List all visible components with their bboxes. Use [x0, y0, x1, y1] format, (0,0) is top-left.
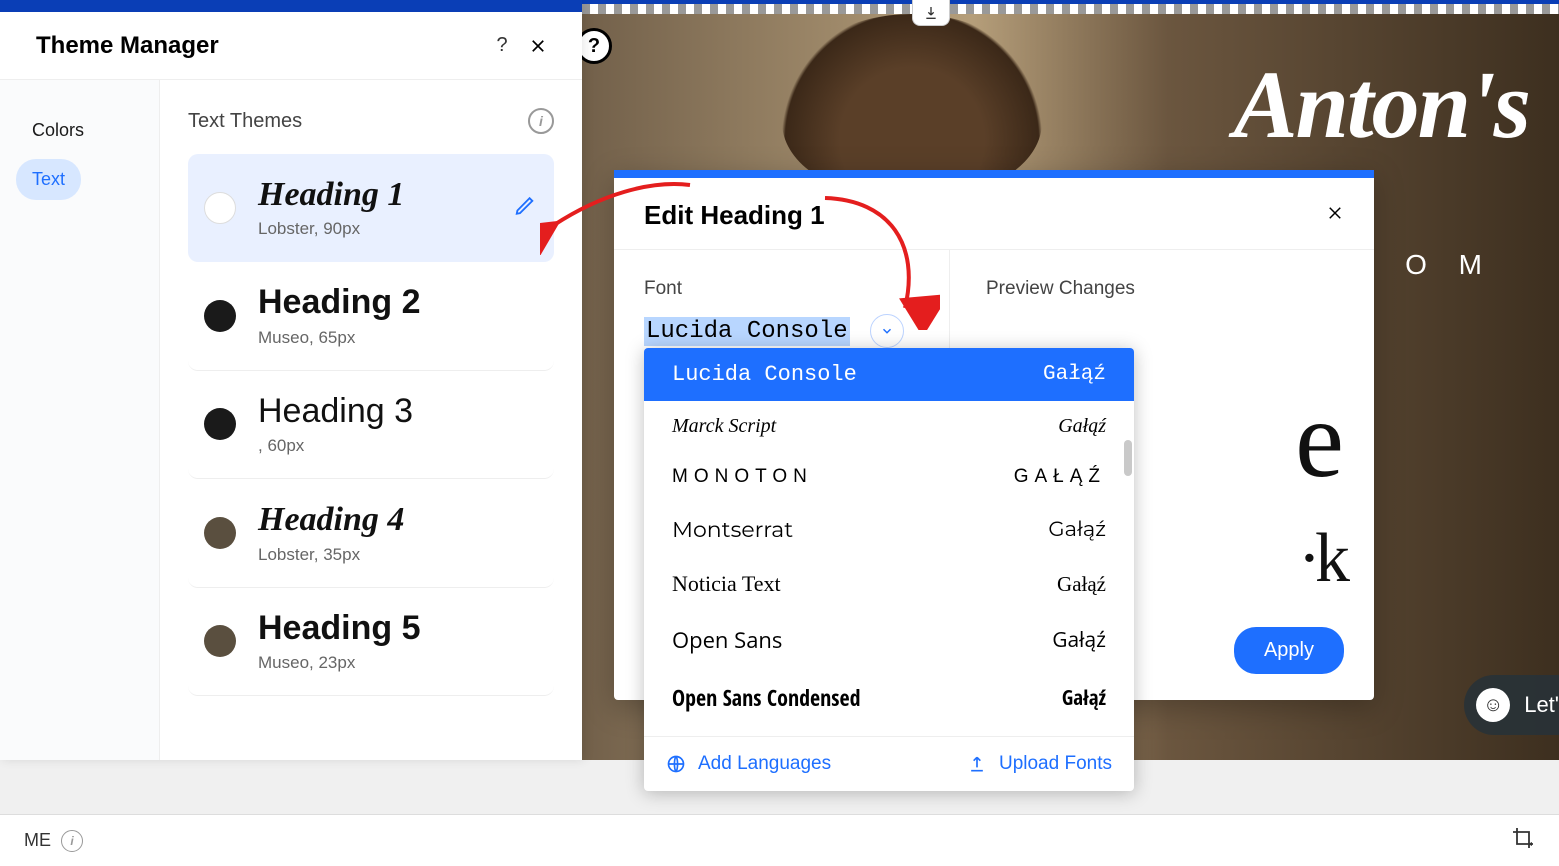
- theme-name: Heading 3: [258, 393, 538, 430]
- theme-name: Heading 5: [258, 610, 538, 647]
- font-option-sample: Gałąź: [1062, 684, 1106, 712]
- theme-meta: , 60px: [258, 436, 538, 456]
- font-field-label: Font: [644, 278, 919, 300]
- smile-icon: ☺: [1476, 688, 1510, 722]
- close-modal-button[interactable]: [1326, 204, 1344, 227]
- download-button[interactable]: [912, 0, 950, 26]
- theme-manager-title: Theme Manager: [36, 32, 484, 60]
- theme-name: Heading 2: [258, 284, 538, 321]
- font-option-open-sans[interactable]: Open Sans Gałąź: [644, 611, 1134, 669]
- theme-manager-header: Theme Manager ?: [0, 12, 582, 80]
- swatch-heading-4: [204, 517, 236, 549]
- font-option-montserrat[interactable]: Montserrat Gałąź: [644, 502, 1134, 557]
- theme-row-heading-1[interactable]: Heading 1 Lobster, 90px: [188, 154, 554, 262]
- theme-meta: Lobster, 35px: [258, 545, 538, 565]
- theme-row-heading-3[interactable]: Heading 3 , 60px: [188, 371, 554, 479]
- font-option-sample: Gałąź: [1043, 363, 1106, 386]
- theme-name: Heading 4: [258, 501, 538, 538]
- font-option-name: Open Sans: [672, 625, 782, 655]
- font-dropdown: Lucida Console Gałąź Marck Script Gałąź …: [644, 348, 1134, 791]
- text-themes-title: Text Themes: [188, 110, 528, 133]
- canvas-ruler: [582, 4, 1559, 14]
- chevron-down-icon: [880, 324, 894, 338]
- swatch-heading-2: [204, 300, 236, 332]
- panel-accent-bar: [0, 0, 582, 12]
- font-option-name: Lucida Console: [672, 362, 857, 387]
- theme-meta: Museo, 65px: [258, 328, 538, 348]
- font-option-name: Marck Script: [672, 415, 776, 438]
- help-button[interactable]: ?: [484, 28, 520, 64]
- font-option-lucida-console[interactable]: Lucida Console Gałąź: [644, 348, 1134, 401]
- lets-chat-label: Let': [1524, 692, 1559, 718]
- add-languages-button[interactable]: Add Languages: [644, 737, 889, 791]
- edit-theme-button[interactable]: [514, 194, 536, 221]
- font-option-name: Noticia Text: [672, 571, 781, 597]
- theme-row-heading-4[interactable]: Heading 4 Lobster, 35px: [188, 479, 554, 587]
- download-icon: [923, 5, 939, 21]
- nav-item-colors[interactable]: Colors: [16, 110, 100, 151]
- crop-icon: [1511, 826, 1535, 850]
- nav-item-text[interactable]: Text: [16, 159, 81, 200]
- modal-accent-bar: [614, 170, 1374, 178]
- hero-subtitle-fragment: O M: [1405, 249, 1494, 281]
- theme-meta: Museo, 23px: [258, 653, 538, 673]
- upload-icon: [967, 754, 987, 774]
- hero-title[interactable]: Anton's: [1233, 49, 1529, 160]
- font-option-sample: Gałąź: [1048, 517, 1106, 542]
- theme-row-heading-2[interactable]: Heading 2 Museo, 65px: [188, 262, 554, 370]
- theme-manager-panel: Theme Manager ? Colors Text Text Themes …: [0, 0, 582, 760]
- theme-meta: Lobster, 90px: [258, 219, 538, 239]
- close-icon: [529, 37, 547, 55]
- bottom-bar: ME i: [0, 814, 1559, 866]
- lets-chat-bubble[interactable]: ☺ Let': [1464, 675, 1559, 735]
- font-option-oswald-extra-light[interactable]: Oswald Extra Light Gałąź: [644, 727, 1134, 736]
- font-option-monoton[interactable]: Monoton Gałąź: [644, 452, 1134, 502]
- font-dropdown-toggle[interactable]: [870, 314, 904, 348]
- theme-row-heading-5[interactable]: Heading 5 Museo, 23px: [188, 588, 554, 696]
- font-option-name: Montserrat: [672, 516, 793, 543]
- add-languages-label: Add Languages: [698, 753, 831, 775]
- edit-heading-title: Edit Heading 1: [644, 200, 1326, 231]
- font-option-sample: Gałąź: [1057, 572, 1106, 597]
- font-option-sample: Gałąź: [1058, 415, 1106, 438]
- close-icon: [1326, 204, 1344, 222]
- close-button[interactable]: [520, 28, 556, 64]
- font-option-noticia-text[interactable]: Noticia Text Gałąź: [644, 557, 1134, 611]
- theme-manager-nav: Colors Text: [0, 80, 160, 760]
- hero-photo: [782, 14, 1042, 194]
- upload-fonts-button[interactable]: Upload Fonts: [889, 737, 1134, 791]
- crop-tool-button[interactable]: [1511, 826, 1535, 856]
- font-option-name: Monoton: [672, 466, 813, 488]
- info-icon[interactable]: i: [61, 830, 83, 852]
- apply-button[interactable]: Apply: [1234, 627, 1344, 674]
- theme-manager-main: Text Themes i Heading 1 Lobster, 90px He…: [160, 80, 582, 760]
- swatch-heading-5: [204, 625, 236, 657]
- upload-fonts-label: Upload Fonts: [999, 753, 1112, 775]
- pencil-icon: [514, 194, 536, 216]
- preview-label: Preview Changes: [986, 278, 1338, 300]
- font-selected-value[interactable]: Lucida Console: [644, 317, 850, 346]
- theme-name: Heading 1: [258, 176, 538, 213]
- dropdown-scrollbar[interactable]: [1124, 440, 1132, 476]
- bottom-bar-label: ME: [24, 830, 51, 851]
- font-option-sample: Gałąź: [1014, 466, 1106, 488]
- swatch-heading-3: [204, 408, 236, 440]
- swatch-heading-1: [204, 192, 236, 224]
- globe-icon: [666, 754, 686, 774]
- font-option-open-sans-condensed[interactable]: Open Sans Condensed Gałąź: [644, 669, 1134, 727]
- info-icon[interactable]: i: [528, 108, 554, 134]
- font-option-name: Open Sans Condensed: [672, 683, 861, 713]
- font-option-marck-script[interactable]: Marck Script Gałąź: [644, 401, 1134, 452]
- font-option-sample: Gałąź: [1052, 626, 1106, 654]
